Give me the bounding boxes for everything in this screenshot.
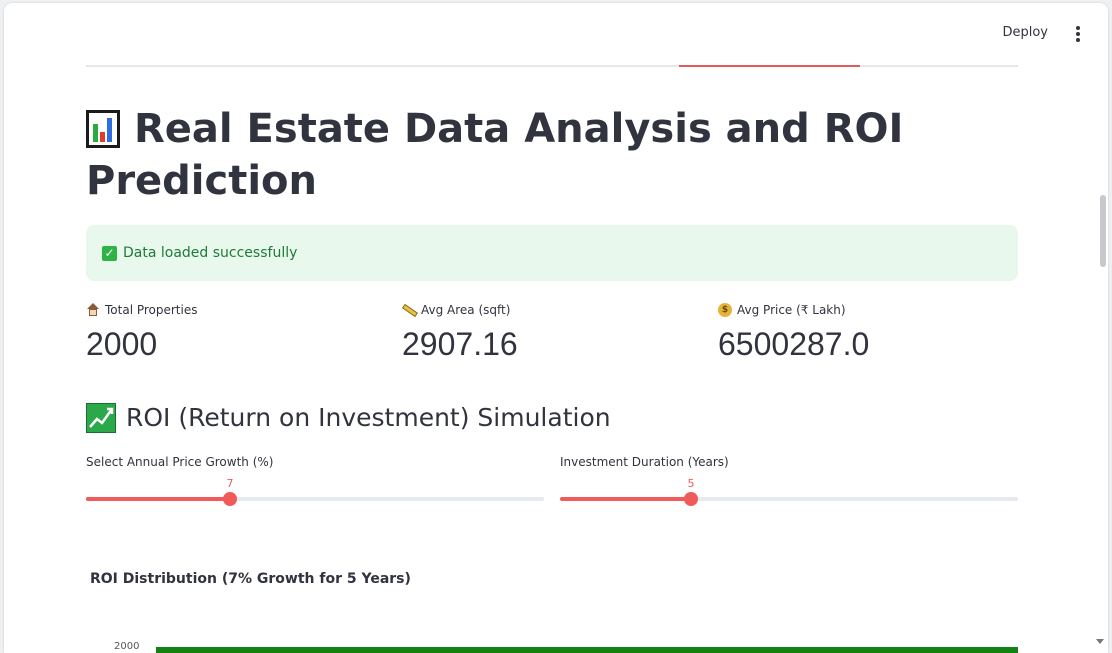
scrollbar-thumb[interactable] <box>1100 195 1106 267</box>
more-options-icon[interactable] <box>1070 23 1086 43</box>
y-tick-label: 2000 <box>114 641 140 652</box>
deploy-button[interactable]: Deploy <box>998 23 1052 42</box>
metric-label: Avg Area (sqft) <box>421 303 511 317</box>
growth-slider-fill <box>86 497 230 501</box>
success-alert: ✓ Data loaded successfully <box>86 225 1018 281</box>
roi-chart: 2000 <box>114 635 1024 653</box>
app-window: Deploy Real Estate Data Analysis and ROI… <box>4 3 1108 653</box>
metric-value: 2907.16 <box>402 326 518 362</box>
page-title: Real Estate Data Analysis and ROI Predic… <box>86 103 1026 207</box>
duration-slider: Investment Duration (Years) 5 <box>560 455 1018 506</box>
metric-avg-area: Avg Area (sqft) 2907.16 <box>402 300 518 363</box>
metric-label: Avg Price (₹ Lakh) <box>737 303 846 317</box>
menu-dot <box>1076 38 1080 42</box>
top-divider-accent <box>679 65 860 67</box>
house-icon <box>86 303 100 317</box>
duration-slider-label: Investment Duration (Years) <box>560 455 729 469</box>
chart-title: ROI Distribution (7% Growth for 5 Years) <box>90 571 411 587</box>
duration-slider-thumb[interactable] <box>684 492 698 506</box>
metric-avg-price: Avg Price (₹ Lakh) 6500287.0 <box>718 300 869 363</box>
metric-total-properties: Total Properties 2000 <box>86 300 197 363</box>
duration-slider-track[interactable] <box>560 492 1018 506</box>
menu-dot <box>1076 32 1080 36</box>
scroll-down-arrow-icon[interactable] <box>1096 639 1104 644</box>
check-mark-icon: ✓ <box>102 245 117 261</box>
growth-slider-label: Select Annual Price Growth (%) <box>86 455 274 469</box>
growth-slider-track[interactable] <box>86 492 544 506</box>
growth-slider-value: 7 <box>226 477 234 490</box>
chart-bar <box>156 647 1018 653</box>
app-header: Deploy <box>4 3 1108 61</box>
duration-slider-value: 5 <box>687 477 695 490</box>
bar-chart-icon <box>86 110 120 148</box>
success-alert-text: Data loaded successfully <box>123 245 298 261</box>
growth-slider: Select Annual Price Growth (%) 7 <box>86 455 544 506</box>
growth-slider-thumb[interactable] <box>223 492 237 506</box>
roi-section-title: ROI (Return on Investment) Simulation <box>86 401 611 435</box>
menu-dot <box>1076 26 1080 30</box>
metric-value: 6500287.0 <box>718 326 870 362</box>
chart-increasing-icon <box>86 403 116 433</box>
top-divider <box>86 65 1018 67</box>
metric-label: Total Properties <box>105 303 198 317</box>
roi-section-title-text: ROI (Return on Investment) Simulation <box>126 403 611 432</box>
money-bag-icon <box>718 303 732 317</box>
page-title-text: Real Estate Data Analysis and ROI Predic… <box>86 106 904 204</box>
ruler-icon <box>402 303 416 317</box>
metric-value: 2000 <box>86 326 158 362</box>
duration-slider-fill <box>560 497 691 501</box>
